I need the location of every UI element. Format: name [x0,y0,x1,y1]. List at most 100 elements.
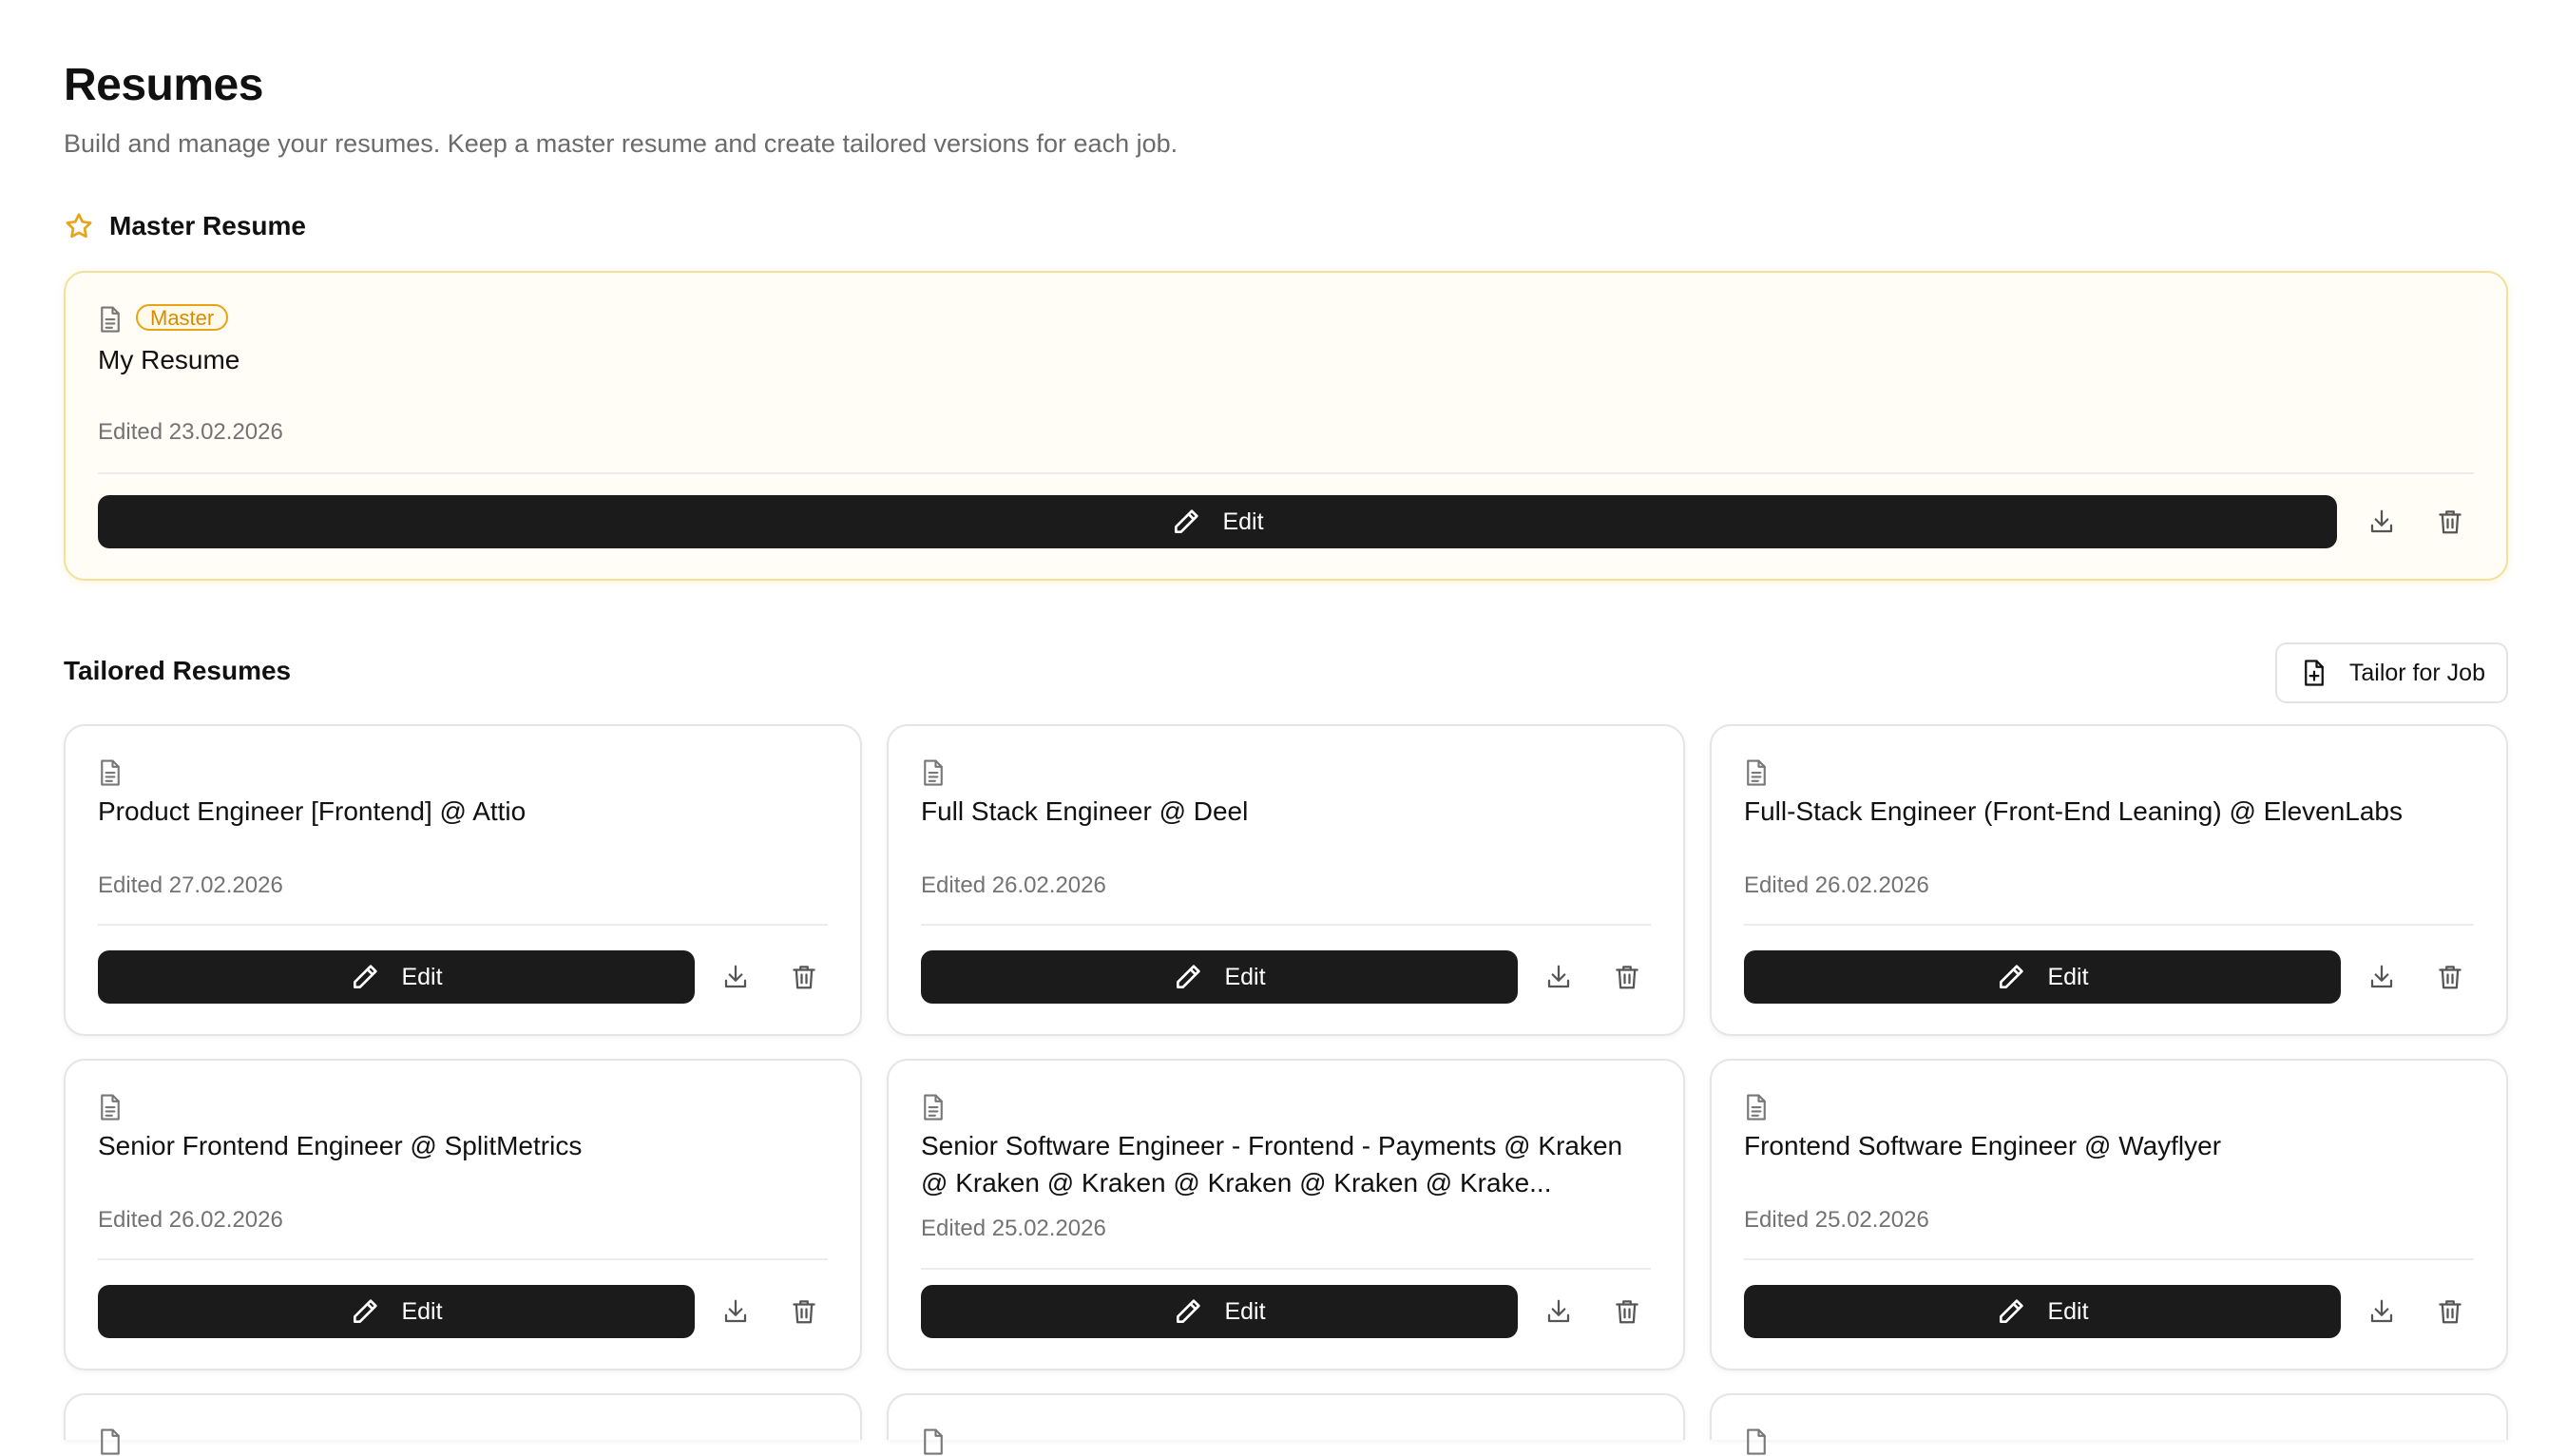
tailored-section-heading: Tailored Resumes [64,656,291,686]
document-icon [1747,759,1766,786]
edit-button-label: Edit [1224,1297,1266,1325]
edit-button[interactable]: Edit [1744,950,2341,1004]
document-icon [101,1094,120,1121]
tailored-resume-card-partial [64,1393,862,1455]
document-icon [101,306,120,333]
download-icon [1547,965,1570,988]
master-resume-card: Master My Resume Edited 23.02.2026 Edit [64,271,2508,581]
download-button[interactable] [719,961,752,993]
card-edited-date: Edited 25.02.2026 [1744,1207,1929,1233]
edit-button[interactable]: Edit [921,950,1518,1004]
edit-button-label: Edit [401,1297,443,1325]
edit-button[interactable]: Edit [98,495,2337,548]
download-button[interactable] [719,1295,752,1328]
pencil-icon [2000,965,2024,988]
tailored-resume-card: Senior Software Engineer - Frontend - Pa… [887,1059,1685,1370]
star-icon [66,213,92,239]
download-button[interactable] [1542,1295,1575,1328]
download-icon [724,965,747,988]
master-section-heading: Master Resume [64,211,306,241]
download-button[interactable] [2366,506,2398,538]
edit-button-label: Edit [2047,1297,2089,1325]
page-title: Resumes [64,60,263,110]
pencil-icon [1177,1299,1201,1323]
tailor-for-job-label: Tailor for Job [2348,659,2485,686]
delete-button[interactable] [788,1295,820,1328]
document-icon [1747,1094,1766,1121]
card-edited-date: Edited 26.02.2026 [921,872,1106,898]
document-icon [924,1428,943,1455]
card-edited-date: Edited 25.02.2026 [921,1216,1106,1241]
tailored-resume-card: Full Stack Engineer @ Deel Edited 26.02.… [887,724,1685,1036]
card-divider [1744,924,2474,926]
download-button[interactable] [2366,961,2398,993]
edit-button-label: Edit [1224,963,1266,990]
card-title: Frontend Software Engineer @ Wayflyer [1744,1131,2222,1160]
master-section-label: Master Resume [109,211,306,240]
download-button[interactable] [2366,1295,2398,1328]
pencil-icon [354,1299,378,1323]
card-title: Full-Stack Engineer (Front-End Leaning) … [1744,796,2403,826]
trash-icon [1616,966,1638,989]
card-edited-date: Edited 26.02.2026 [98,1207,283,1233]
card-title: Full Stack Engineer @ Deel [921,796,1249,826]
card-title: Senior Software Engineer - Frontend - Pa… [921,1131,1623,1197]
pencil-icon [1177,965,1201,988]
tailor-for-job-button[interactable]: Tailor for Job [2274,642,2508,703]
card-divider [921,924,1651,926]
edit-button-label: Edit [1222,508,1264,535]
page-subtitle: Build and manage your resumes. Keep a ma… [64,129,1178,158]
edit-button-label: Edit [401,963,443,990]
card-divider [1744,1258,2474,1260]
tailored-resume-card: Senior Frontend Engineer @ SplitMetrics … [64,1059,862,1370]
edit-button[interactable]: Edit [1744,1285,2341,1338]
card-title: Senior Frontend Engineer @ SplitMetrics [98,1131,583,1160]
card-divider [98,924,828,926]
card-divider [921,1268,1651,1270]
delete-button[interactable] [1611,1295,1643,1328]
document-icon [924,1094,943,1121]
pencil-icon [354,965,378,988]
delete-button[interactable] [2434,961,2466,993]
tailored-resume-card: Product Engineer [Frontend] @ Attio Edit… [64,724,862,1036]
edit-button-label: Edit [2047,963,2089,990]
pencil-icon [2000,1299,2024,1323]
download-icon [2370,1299,2393,1323]
card-edited-date: Edited 27.02.2026 [98,872,283,898]
card-edited-date: Edited 23.02.2026 [98,419,283,445]
trash-icon [793,1300,815,1324]
delete-button[interactable] [2434,506,2466,538]
edit-button[interactable]: Edit [98,950,695,1004]
file-plus-icon [2305,660,2324,686]
card-divider [98,1258,828,1260]
card-title: Product Engineer [Frontend] @ Attio [98,796,527,826]
document-icon [924,759,943,786]
master-badge: Master [136,304,229,331]
card-title: My Resume [98,345,240,374]
document-icon [101,1428,120,1455]
card-edited-date: Edited 26.02.2026 [1744,872,1929,898]
trash-icon [2439,966,2462,989]
trash-icon [2439,510,2462,534]
download-icon [724,1299,747,1323]
document-icon [101,759,120,786]
trash-icon [2439,1300,2462,1324]
delete-button[interactable] [1611,961,1643,993]
delete-button[interactable] [2434,1295,2466,1328]
download-icon [1547,1299,1570,1323]
document-icon [1747,1428,1766,1455]
download-button[interactable] [1542,961,1575,993]
download-icon [2370,965,2393,988]
delete-button[interactable] [788,961,820,993]
edit-button[interactable]: Edit [921,1285,1518,1338]
trash-icon [1616,1300,1638,1324]
tailored-section-label: Tailored Resumes [64,656,292,685]
download-icon [2370,509,2393,533]
tailored-resume-card: Full-Stack Engineer (Front-End Leaning) … [1710,724,2508,1036]
card-divider [98,472,2474,474]
edit-button[interactable]: Edit [98,1285,695,1338]
tailored-resume-card: Frontend Software Engineer @ Wayflyer Ed… [1710,1059,2508,1370]
tailored-resume-card-partial [1710,1393,2508,1455]
pencil-icon [1175,509,1199,533]
trash-icon [793,966,815,989]
